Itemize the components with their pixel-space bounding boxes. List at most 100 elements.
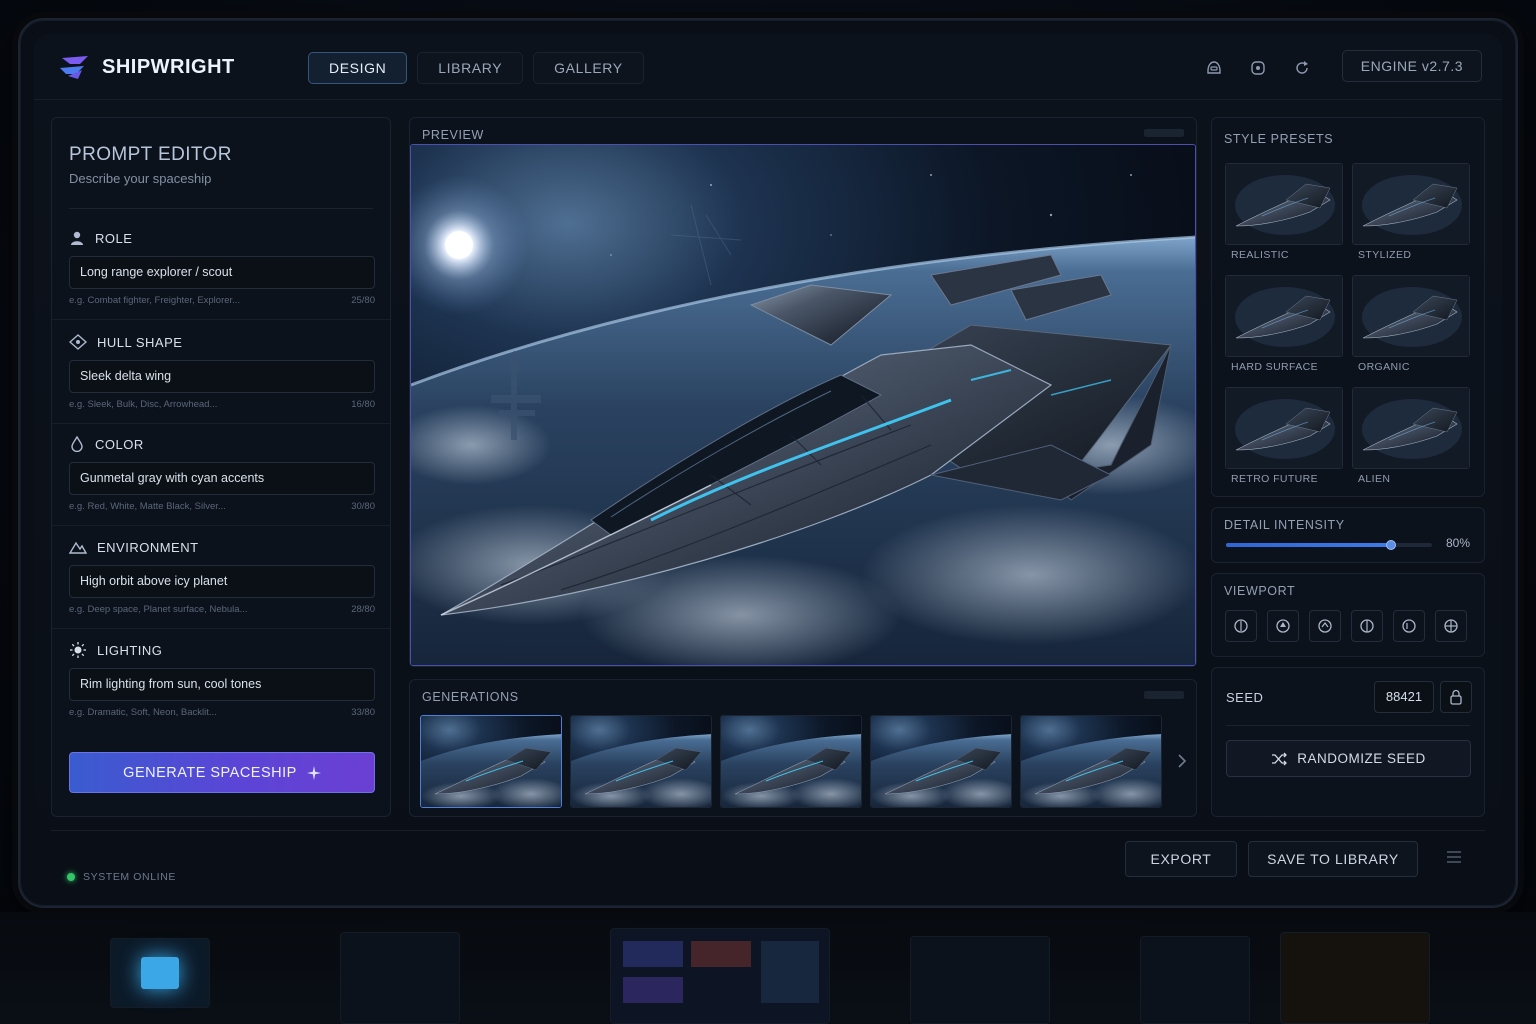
generation-thumbnail[interactable] [420, 715, 562, 808]
prompt-editor-title: PROMPT EDITOR [69, 144, 232, 165]
hull-shape-char-count: 16/80 [351, 399, 375, 410]
environment-field-group: ENVIRONMENT High orbit above icy planet … [69, 537, 375, 615]
preset-thumbnail [1352, 275, 1470, 357]
color-label: COLOR [95, 436, 144, 452]
divider [52, 423, 390, 424]
chevron-right-icon[interactable] [1176, 752, 1188, 770]
preset-thumbnail [1225, 163, 1343, 245]
export-button[interactable]: EXPORT [1125, 841, 1237, 877]
preset-label: RETRO FUTURE [1231, 473, 1319, 485]
slider-thumb[interactable] [1385, 540, 1396, 550]
app-name: SHIPWRIGHT [102, 55, 235, 78]
role-input[interactable]: Long range explorer / scout [69, 256, 375, 289]
view-free-icon[interactable] [1435, 610, 1467, 642]
role-char-count: 25/80 [351, 295, 375, 306]
preview-panel: PREVIEW [409, 117, 1197, 667]
environment-hint: e.g. Deep space, Planet surface, Nebula.… [69, 604, 248, 615]
preset-realistic[interactable]: REALISTIC [1225, 163, 1343, 271]
droplet-icon [71, 436, 83, 452]
role-label: ROLE [95, 230, 133, 246]
helmet-icon[interactable] [1200, 54, 1228, 82]
generate-button-label: GENERATE SPACESHIP [123, 764, 297, 781]
lighting-field-group: LIGHTING Rim lighting from sun, cool ton… [69, 640, 375, 718]
generation-thumbnail[interactable] [870, 715, 1012, 808]
preset-hard-surface[interactable]: HARD SURFACE [1225, 275, 1343, 383]
sparkle-icon [306, 765, 321, 780]
detail-intensity-slider[interactable] [1226, 540, 1432, 550]
preset-stylized[interactable]: STYLIZED [1352, 163, 1470, 271]
top-bar: SHIPWRIGHT DESIGN LIBRARY GALLERY ENGINE… [34, 34, 1502, 100]
seed-input[interactable]: 88421 [1374, 681, 1434, 713]
style-presets-panel: STYLE PRESETS REALISTIC STYLIZED HARD SU… [1211, 117, 1485, 497]
view-top-icon[interactable] [1267, 610, 1299, 642]
generations-label: GENERATIONS [422, 690, 519, 704]
preset-alien[interactable]: ALIEN [1352, 387, 1470, 495]
refresh-icon[interactable] [1288, 54, 1316, 82]
lock-icon[interactable] [1440, 681, 1472, 713]
lighting-input[interactable]: Rim lighting from sun, cool tones [69, 668, 375, 701]
role-hint: e.g. Combat fighter, Freighter, Explorer… [69, 295, 241, 306]
generation-thumbnail[interactable] [720, 715, 862, 808]
preset-grid: REALISTIC STYLIZED HARD SURFACE ORGANIC … [1225, 163, 1470, 495]
main-nav: DESIGN LIBRARY GALLERY [308, 52, 644, 84]
console-screen [610, 928, 830, 1024]
preset-label: REALISTIC [1231, 249, 1289, 261]
hull-shape-input[interactable]: Sleek delta wing [69, 360, 375, 393]
tab-design[interactable]: DESIGN [308, 52, 408, 84]
app-logo[interactable]: SHIPWRIGHT [58, 54, 235, 80]
options-icon[interactable] [1144, 690, 1184, 700]
hull-shape-label: HULL SHAPE [97, 334, 183, 350]
randomize-seed-button[interactable]: RANDOMIZE SEED [1226, 740, 1471, 777]
tab-library[interactable]: LIBRARY [417, 52, 524, 84]
view-up-icon[interactable] [1309, 610, 1341, 642]
shuffle-icon [1272, 752, 1288, 765]
environment-char-count: 28/80 [351, 604, 375, 615]
expand-icon[interactable] [1144, 128, 1184, 138]
system-status: SYSTEM ONLINE [67, 871, 176, 883]
hull-shape-hint: e.g. Sleek, Bulk, Disc, Arrowhead... [69, 399, 218, 410]
hull-shape-field-group: HULL SHAPE Sleek delta wing e.g. Sleek, … [69, 332, 375, 410]
menu-icon[interactable] [1446, 850, 1462, 864]
viewport-label: VIEWPORT [1224, 584, 1296, 598]
save-to-library-button[interactable]: SAVE TO LIBRARY [1248, 841, 1418, 877]
view-front-icon[interactable] [1225, 610, 1257, 642]
randomize-seed-label: RANDOMIZE SEED [1297, 751, 1426, 766]
view-rear-icon[interactable] [1393, 610, 1425, 642]
monitor-bezel: SHIPWRIGHT DESIGN LIBRARY GALLERY ENGINE… [18, 18, 1518, 908]
tab-gallery[interactable]: GALLERY [533, 52, 644, 84]
generation-thumbnail[interactable] [1020, 715, 1162, 808]
prompt-editor-panel: PROMPT EDITOR Describe your spaceship RO… [51, 117, 391, 817]
mountain-icon [69, 541, 87, 554]
lighting-char-count: 33/80 [351, 707, 375, 718]
console-screen [1140, 936, 1250, 1024]
detail-intensity-label: DETAIL INTENSITY [1224, 518, 1345, 532]
viewport-buttons [1225, 610, 1467, 642]
generation-thumbnails [420, 715, 1162, 808]
settings-icon[interactable] [1244, 54, 1272, 82]
logo-icon [60, 56, 88, 79]
environment-input[interactable]: High orbit above icy planet [69, 565, 375, 598]
slider-fill [1226, 543, 1391, 547]
prompt-editor-subtitle: Describe your spaceship [69, 171, 212, 186]
divider [69, 208, 373, 209]
preset-thumbnail [1225, 275, 1343, 357]
generate-spaceship-button[interactable]: GENERATE SPACESHIP [69, 752, 375, 793]
preset-label: ORGANIC [1358, 361, 1410, 373]
color-hint: e.g. Red, White, Matte Black, Silver... [69, 501, 226, 512]
preset-organic[interactable]: ORGANIC [1352, 275, 1470, 383]
status-dot-icon [67, 873, 75, 881]
seed-panel: SEED 88421 RANDOMIZE SEED [1211, 667, 1485, 817]
view-side-icon[interactable] [1351, 610, 1383, 642]
detail-intensity-value: 80% [1445, 536, 1470, 550]
spaceship-preview-image[interactable] [410, 144, 1196, 666]
color-input[interactable]: Gunmetal gray with cyan accents [69, 462, 375, 495]
divider [52, 525, 390, 526]
console-screen [340, 932, 460, 1024]
divider [52, 628, 390, 629]
viewport-panel: VIEWPORT [1211, 573, 1485, 657]
role-field-group: ROLE Long range explorer / scout e.g. Co… [69, 228, 375, 306]
detail-intensity-panel: DETAIL INTENSITY 80% [1211, 507, 1485, 563]
preset-retro-future[interactable]: RETRO FUTURE [1225, 387, 1343, 495]
top-icon-group [1200, 54, 1316, 82]
generation-thumbnail[interactable] [570, 715, 712, 808]
